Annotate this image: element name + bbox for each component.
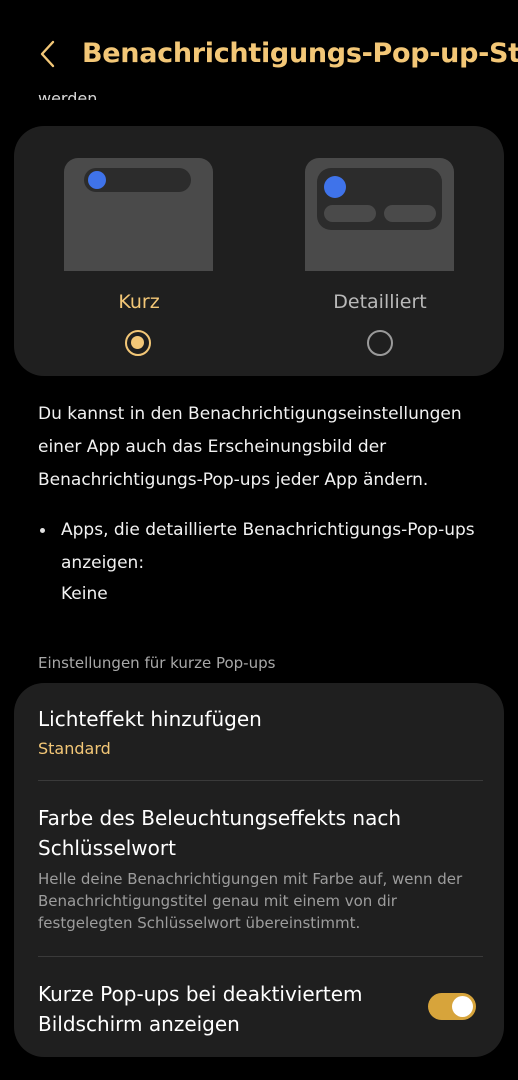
light-effect-title: Lichteffekt hinzufügen <box>38 707 262 731</box>
brief-preview-bar <box>84 168 191 192</box>
bullet-icon <box>40 528 45 533</box>
screen-off-popup-title: Kurze Pop-ups bei deaktiviertem Bildschi… <box>38 982 363 1036</box>
keyword-color-setting[interactable]: Farbe des Beleuchtungseffekts nach Schlü… <box>38 803 478 934</box>
back-button[interactable] <box>30 36 66 72</box>
detailed-preview-dot <box>324 176 346 198</box>
detailed-preview-action <box>384 205 436 222</box>
brief-popup-settings: Lichteffekt hinzufügen Standard Farbe de… <box>14 683 504 1057</box>
toggle-knob <box>452 996 473 1017</box>
notification-popup-style-page: Benachrichtigungs-Pop-up-Stil werden. Ku… <box>0 0 518 1080</box>
style-option-brief[interactable]: Kurz <box>14 126 259 376</box>
screen-off-popup-toggle[interactable] <box>428 993 476 1020</box>
light-effect-value: Standard <box>38 739 111 758</box>
detailed-apps-value: Keine <box>61 584 108 604</box>
brief-preview-image <box>64 158 213 271</box>
header: Benachrichtigungs-Pop-up-Stil werden. <box>0 0 518 110</box>
light-effect-setting[interactable]: Lichteffekt hinzufügen Standard <box>38 705 478 758</box>
style-option-detailed[interactable]: Detailliert <box>259 126 504 376</box>
screen-off-popup-setting[interactable]: Kurze Pop-ups bei deaktiviertem Bildschi… <box>38 979 478 1039</box>
style-description: Du kannst in den Benachrichtigungseinste… <box>38 404 462 490</box>
keyword-color-description: Helle deine Benachrichtigungen mit Farbe… <box>38 870 463 932</box>
detailed-preview-action <box>324 205 376 222</box>
style-option-brief-radio[interactable] <box>125 330 151 356</box>
divider <box>38 780 483 781</box>
style-option-detailed-label: Detailliert <box>333 291 427 313</box>
detailed-preview-image <box>305 158 454 271</box>
brief-preview-dot <box>88 171 106 189</box>
chevron-left-icon <box>40 40 55 68</box>
popup-style-selector: Kurz Detailliert <box>14 126 504 376</box>
style-option-brief-label: Kurz <box>118 291 160 313</box>
divider <box>38 956 483 957</box>
detailed-apps-label: Apps, die detaillierte Benachrichtigungs… <box>61 520 475 573</box>
page-title: Benachrichtigungs-Pop-up-Stil <box>82 38 518 69</box>
scrolled-text-fragment: werden. <box>38 89 103 100</box>
detailed-preview-panel <box>317 168 442 230</box>
style-option-detailed-radio[interactable] <box>367 330 393 356</box>
keyword-color-title: Farbe des Beleuchtungseffekts nach Schlü… <box>38 806 402 860</box>
section-header: Einstellungen für kurze Pop-ups <box>38 654 276 672</box>
